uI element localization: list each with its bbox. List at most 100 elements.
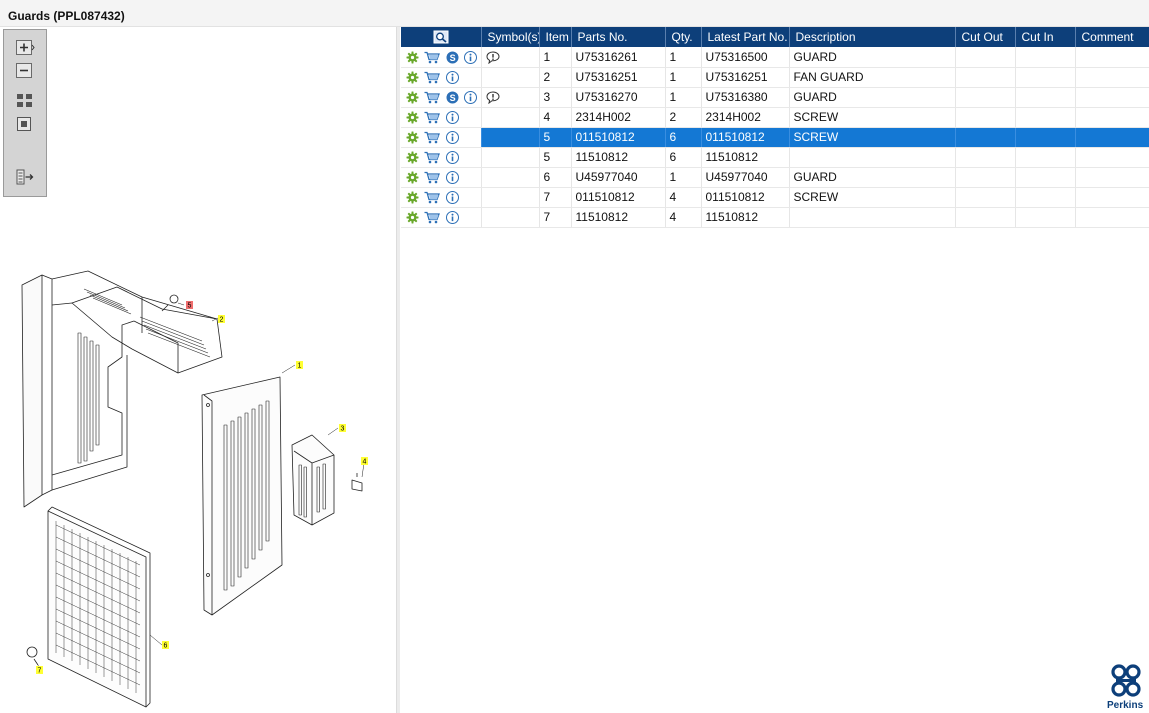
- symbols-cell: [481, 107, 540, 128]
- table-row[interactable]: 5 11510812 6 11510812: [401, 147, 1149, 168]
- cart-icon[interactable]: [424, 191, 441, 204]
- table-row[interactable]: 7 011510812 4 011510812 SCREW: [401, 187, 1149, 208]
- gear-icon[interactable]: [406, 171, 419, 184]
- square-icon: [17, 117, 31, 131]
- cart-icon[interactable]: [424, 171, 441, 184]
- latest-part-number-cell[interactable]: 2314H002: [701, 107, 790, 128]
- quantity-cell: 4: [665, 187, 702, 208]
- latest-part-number-cell[interactable]: 011510812: [701, 127, 790, 148]
- part-number-cell[interactable]: U75316270: [571, 87, 666, 108]
- table-row[interactable]: 2 U75316251 1 U75316251 FAN GUARD: [401, 67, 1149, 88]
- fit-all-button[interactable]: [15, 92, 35, 110]
- part-number-cell[interactable]: 011510812: [571, 187, 666, 208]
- table-row[interactable]: 4 2314H002 2 2314H002 SCREW: [401, 107, 1149, 128]
- zoom-out-button[interactable]: [15, 62, 35, 80]
- supersession-icon[interactable]: S: [446, 51, 459, 64]
- latest-part-number-cell[interactable]: U75316251: [701, 67, 790, 88]
- exploded-parts-drawing[interactable]: 5 2 1 3 4 6 7: [12, 245, 392, 713]
- column-header[interactable]: Description: [789, 27, 956, 47]
- info-icon[interactable]: [445, 151, 459, 165]
- table-row[interactable]: S 3 U75316270 1 U75316380 GUARD: [401, 87, 1149, 108]
- cut-in-cell: [1015, 87, 1076, 108]
- latest-part-number-cell[interactable]: 011510812: [701, 187, 790, 208]
- info-icon[interactable]: [445, 211, 459, 225]
- title-bar: Guards (PPL087432): [0, 0, 1149, 27]
- column-header[interactable]: Parts No.: [571, 27, 666, 47]
- cart-icon[interactable]: [424, 211, 441, 224]
- cut-out-cell: [955, 147, 1016, 168]
- drawing-pane[interactable]: 5 2 1 3 4 6 7: [0, 27, 396, 713]
- column-header[interactable]: Comment: [1075, 27, 1149, 47]
- gear-icon[interactable]: [406, 191, 419, 204]
- table-row[interactable]: 6 U45977040 1 U45977040 GUARD: [401, 167, 1149, 188]
- gear-icon[interactable]: [406, 51, 419, 64]
- gear-icon[interactable]: [406, 71, 419, 84]
- actual-size-button[interactable]: [15, 115, 35, 133]
- cart-icon[interactable]: [424, 91, 441, 104]
- comment-bubble-icon[interactable]: [485, 91, 500, 105]
- zoom-in-button[interactable]: [15, 39, 35, 57]
- callout-label: 3: [341, 426, 345, 433]
- info-icon[interactable]: [445, 191, 459, 205]
- comment-cell: [1075, 207, 1149, 228]
- row-actions-cell: [401, 147, 482, 168]
- gear-icon[interactable]: [406, 111, 419, 124]
- cut-out-cell: [955, 87, 1016, 108]
- latest-part-number-cell[interactable]: U75316380: [701, 87, 790, 108]
- part-number-cell[interactable]: U75316261: [571, 47, 666, 68]
- table-row[interactable]: 7 11510812 4 11510812: [401, 207, 1149, 228]
- cut-out-cell: [955, 187, 1016, 208]
- supersession-icon[interactable]: S: [446, 91, 459, 104]
- table-row[interactable]: S 1 U75316261 1 U75316500 GUARD: [401, 47, 1149, 68]
- latest-part-number-cell[interactable]: 11510812: [701, 207, 790, 228]
- part-number-cell[interactable]: U45977040: [571, 167, 666, 188]
- part-number-cell[interactable]: 11510812: [571, 207, 666, 228]
- comment-cell: [1075, 167, 1149, 188]
- part-number-cell[interactable]: 011510812: [571, 127, 666, 148]
- info-icon[interactable]: [445, 171, 459, 185]
- perkins-logo: Perkins: [1106, 663, 1149, 713]
- column-header[interactable]: Symbol(s): [481, 27, 540, 47]
- gear-icon[interactable]: [406, 91, 419, 104]
- latest-part-number-cell[interactable]: U45977040: [701, 167, 790, 188]
- callout-label: 6: [164, 643, 168, 650]
- info-icon[interactable]: [464, 91, 478, 105]
- info-icon[interactable]: [445, 131, 459, 145]
- description-cell: FAN GUARD: [789, 67, 956, 88]
- column-header[interactable]: Cut In: [1015, 27, 1076, 47]
- fit-all-icon: [17, 94, 32, 107]
- latest-part-number-cell[interactable]: 11510812: [701, 147, 790, 168]
- info-icon[interactable]: [464, 50, 478, 64]
- cart-icon[interactable]: [424, 51, 441, 64]
- gear-icon[interactable]: [406, 131, 419, 144]
- callout-label: 4: [363, 459, 367, 466]
- column-header[interactable]: Item: [539, 27, 572, 47]
- symbols-cell: [481, 187, 540, 208]
- part-number-cell[interactable]: 11510812: [571, 147, 666, 168]
- quantity-cell: 4: [665, 207, 702, 228]
- cart-icon[interactable]: [424, 131, 441, 144]
- column-header[interactable]: Latest Part No.: [701, 27, 790, 47]
- column-header[interactable]: Cut Out: [955, 27, 1016, 47]
- comment-bubble-icon[interactable]: [485, 51, 500, 64]
- part-number-cell[interactable]: 2314H002: [571, 107, 666, 128]
- row-actions-cell: [401, 107, 482, 128]
- gear-icon[interactable]: [406, 211, 419, 224]
- cut-out-cell: [955, 67, 1016, 88]
- cart-icon[interactable]: [424, 151, 441, 164]
- column-header-search[interactable]: [401, 27, 482, 47]
- export-list-button[interactable]: [15, 168, 35, 186]
- info-icon[interactable]: [445, 71, 459, 85]
- table-row[interactable]: 5 011510812 6 011510812 SCREW: [401, 127, 1149, 148]
- gear-icon[interactable]: [406, 151, 419, 164]
- part-number-cell[interactable]: U75316251: [571, 67, 666, 88]
- info-icon[interactable]: [445, 111, 459, 125]
- cut-in-cell: [1015, 67, 1076, 88]
- cart-icon[interactable]: [424, 71, 441, 84]
- cart-icon[interactable]: [424, 111, 441, 124]
- cut-out-cell: [955, 207, 1016, 228]
- column-header[interactable]: Qty.: [665, 27, 702, 47]
- quantity-cell: 1: [665, 87, 702, 108]
- comment-cell: [1075, 127, 1149, 148]
- latest-part-number-cell[interactable]: U75316500: [701, 47, 790, 68]
